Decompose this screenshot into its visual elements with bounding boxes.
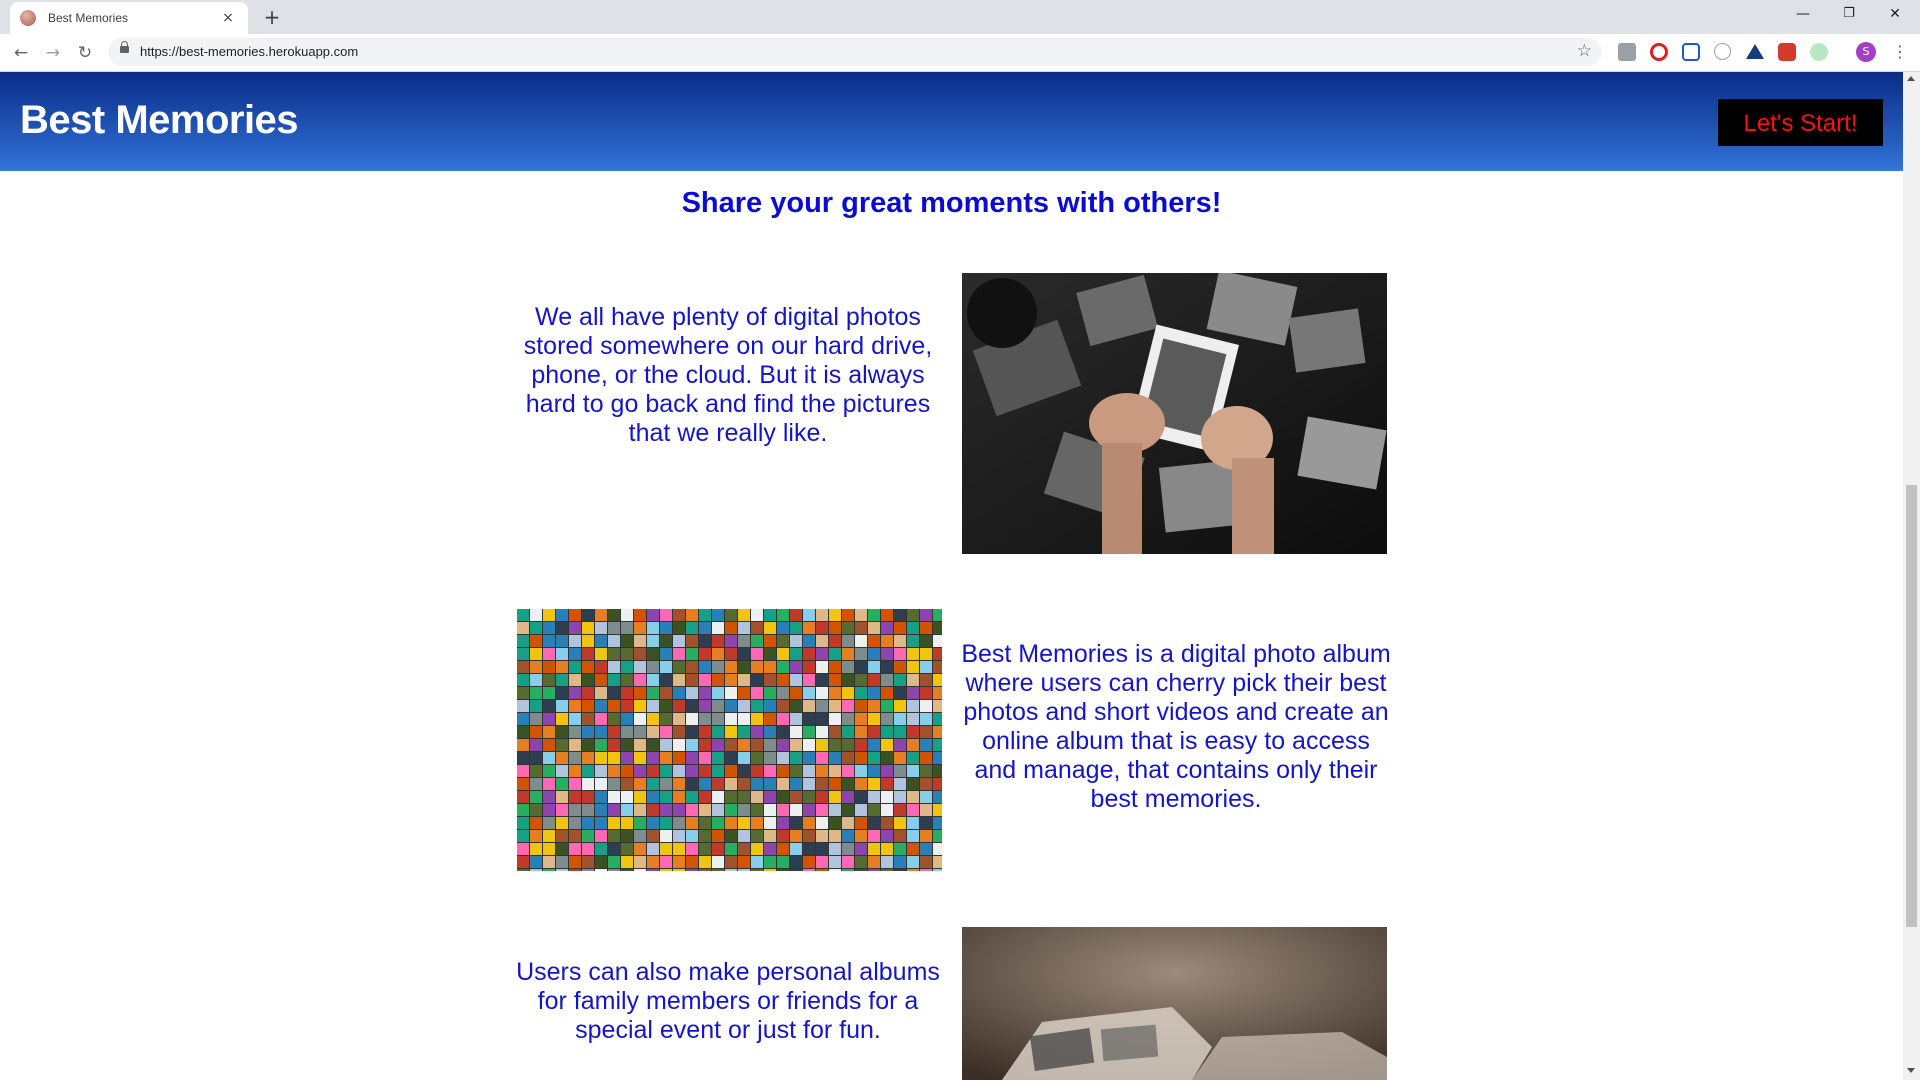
- address-bar[interactable]: https://best-memories.herokuapp.com ☆: [108, 38, 1602, 66]
- new-tab-button[interactable]: +: [262, 7, 282, 27]
- scroll-down-arrow-icon[interactable]: [1907, 1068, 1915, 1073]
- close-window-button[interactable]: ✕: [1872, 0, 1918, 30]
- minimize-button[interactable]: —: [1780, 0, 1826, 30]
- restore-button[interactable]: ❐: [1826, 0, 1872, 30]
- page-viewport: Best Memories Let's Start! Share your gr…: [0, 72, 1903, 1080]
- profile-avatar[interactable]: S: [1856, 42, 1876, 62]
- lets-start-button[interactable]: Let's Start!: [1718, 99, 1883, 146]
- page-scrollbar[interactable]: [1903, 72, 1920, 1080]
- url-text: https://best-memories.herokuapp.com: [140, 44, 359, 59]
- site-favicon-icon: [20, 10, 36, 26]
- extension-opera-icon[interactable]: [1650, 43, 1668, 61]
- extension-pdf-icon[interactable]: [1778, 43, 1796, 61]
- browser-toolbar: ← → ↻ https://best-memories.herokuapp.co…: [0, 34, 1920, 72]
- tab-close-icon[interactable]: ×: [220, 10, 236, 26]
- old-photos-image: [962, 273, 1387, 554]
- site-header: Best Memories Let's Start!: [0, 72, 1903, 171]
- scroll-up-arrow-icon[interactable]: [1907, 76, 1915, 81]
- extension-drive-icon[interactable]: [1746, 44, 1764, 59]
- site-brand[interactable]: Best Memories: [20, 98, 299, 143]
- tab-title: Best Memories: [48, 11, 129, 25]
- reload-icon[interactable]: ↻: [74, 42, 96, 64]
- photo-collage-image: [517, 609, 942, 871]
- extension-info-icon[interactable]: [1714, 43, 1731, 60]
- extension-green-icon[interactable]: [1810, 43, 1828, 61]
- browser-tab-strip: Best Memories × + — ❐ ✕: [0, 0, 1920, 34]
- browser-menu-icon[interactable]: ⋮: [1892, 42, 1908, 62]
- forward-arrow-icon[interactable]: →: [42, 42, 64, 64]
- extension-cloud-icon[interactable]: [1618, 43, 1636, 61]
- page-headline: Share your great moments with others!: [681, 187, 1222, 219]
- browser-tab[interactable]: Best Memories ×: [10, 2, 248, 34]
- back-arrow-icon[interactable]: ←: [10, 42, 32, 64]
- extension-translate-icon[interactable]: [1682, 43, 1700, 61]
- bookmark-star-icon[interactable]: ☆: [1577, 41, 1592, 61]
- scrollbar-thumb[interactable]: [1906, 485, 1917, 927]
- photo-album-image: [962, 927, 1387, 1080]
- albums-paragraph: Users can also make personal albums for …: [516, 958, 940, 1044]
- lock-icon: [120, 41, 129, 53]
- intro-paragraph: We all have plenty of digital photos sto…: [523, 303, 933, 447]
- about-paragraph: Best Memories is a digital photo album w…: [961, 640, 1391, 813]
